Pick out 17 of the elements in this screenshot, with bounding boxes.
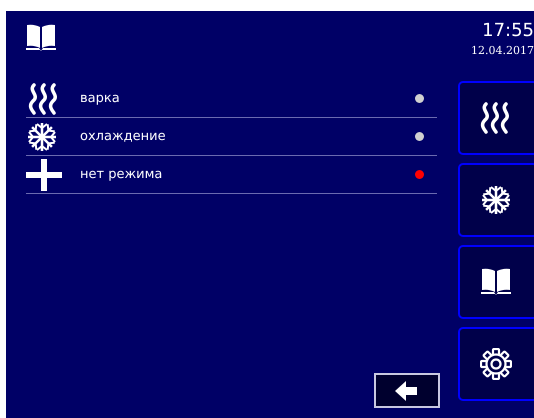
cooling-button[interactable] <box>458 163 534 237</box>
snowflake-icon <box>480 184 512 216</box>
clock-date: 12.04.2017 <box>471 44 534 57</box>
snowflake-icon <box>26 120 58 152</box>
mode-label: нет режима <box>80 167 164 182</box>
mode-label: охлаждение <box>80 129 167 144</box>
plus-icon <box>26 158 62 190</box>
book-icon <box>26 24 56 52</box>
mode-label: варка <box>80 91 121 106</box>
back-button[interactable] <box>374 373 440 408</box>
settings-button[interactable] <box>458 327 534 401</box>
book-button[interactable] <box>458 245 534 319</box>
clock-time: 17:55 <box>482 20 534 41</box>
book-icon <box>481 268 511 296</box>
settings-icon <box>480 348 512 380</box>
steam-button[interactable] <box>458 81 534 155</box>
arrow-left-icon <box>395 380 419 400</box>
